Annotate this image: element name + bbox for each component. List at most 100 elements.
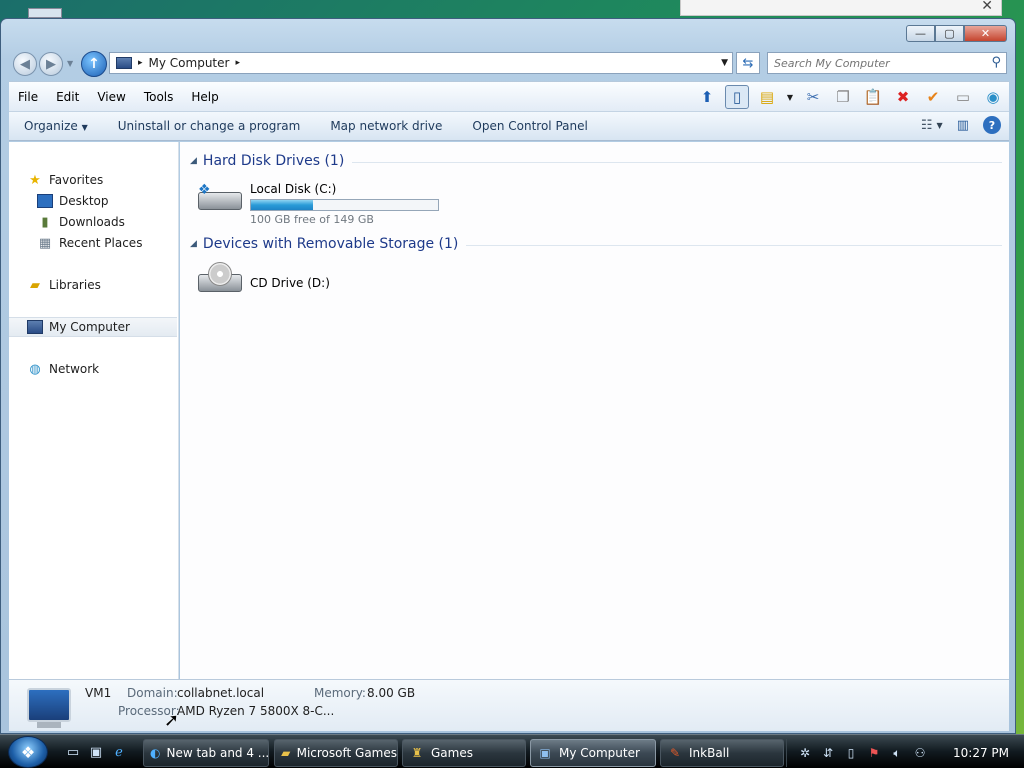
forward-arrow-icon: ▶ <box>46 56 56 72</box>
memory-value: 8.00 GB <box>367 686 416 700</box>
cd-drive-icon <box>196 262 244 298</box>
drive-free-space: 100 GB free of 149 GB <box>250 213 374 226</box>
paste-icon[interactable]: 📋 <box>861 85 885 109</box>
up-button[interactable]: ↑ <box>81 51 107 77</box>
computer-icon: ▣ <box>539 746 551 760</box>
libraries-icon: ▰ <box>30 277 40 293</box>
group-divider <box>466 244 1002 246</box>
recent-places-icon: ▦ <box>38 235 52 251</box>
views-dropdown-icon[interactable]: ▼ <box>785 85 795 109</box>
star-icon: ★ <box>29 172 41 188</box>
breadcrumb-separator[interactable]: ▸ <box>138 58 143 68</box>
uninstall-program-button[interactable]: Uninstall or change a program <box>103 119 316 133</box>
hard-disk-icon: ❖ <box>196 180 244 216</box>
address-dropdown-icon[interactable]: ▼ <box>721 58 728 68</box>
breadcrumb-separator[interactable]: ▸ <box>235 58 240 68</box>
collapse-triangle-icon[interactable]: ◢ <box>190 156 197 166</box>
network-icon: ◍ <box>29 361 41 377</box>
windows-logo-icon: ❖ <box>20 742 36 762</box>
search-input[interactable] <box>768 53 968 73</box>
delete-icon[interactable]: ✖ <box>891 85 915 109</box>
open-control-panel-button[interactable]: Open Control Panel <box>457 119 602 133</box>
back-button[interactable]: ◀ <box>13 52 37 76</box>
nav-favorites[interactable]: ★ Favorites <box>27 170 195 190</box>
task-inkball[interactable]: ✎ InkBall <box>660 739 784 767</box>
computer-icon <box>116 57 132 69</box>
network-tray-icon[interactable]: ⚇ <box>912 745 928 761</box>
desktop-icon <box>37 194 53 208</box>
disk-usage-fill <box>251 200 313 210</box>
views-icon[interactable]: ▤ <box>755 85 779 109</box>
toolbar-icons: ⬆ ▯ ▤ ▼ ✂ ❐ 📋 ✖ ✔ ▭ ◉ <box>695 85 1005 109</box>
forward-button[interactable]: ▶ <box>39 52 63 76</box>
help-icon[interactable]: ? <box>983 116 1001 134</box>
group-removable-storage[interactable]: ◢ Devices with Removable Storage (1) <box>190 234 1002 254</box>
windows-logo-icon: ❖ <box>198 182 211 198</box>
start-button[interactable]: ❖ <box>8 736 48 768</box>
map-network-drive-button[interactable]: Map network drive <box>315 119 457 133</box>
menu-tools[interactable]: Tools <box>135 90 183 104</box>
drive-local-disk-c[interactable]: ❖ Local Disk (C:) 100 GB free of 149 GB <box>196 180 439 226</box>
computer-icon <box>27 320 43 334</box>
task-new-tab[interactable]: ◐ New tab and 4 ... <box>143 739 269 767</box>
nav-libraries-label: Libraries <box>49 278 101 292</box>
volume-icon[interactable]: 🔈︎ <box>889 745 905 761</box>
address-bar[interactable]: ▸ My Computer ▸ ▼ <box>109 52 733 74</box>
mouse-pointer-icon: ➚ <box>164 710 180 731</box>
internet-explorer-icon[interactable]: ℯ <box>110 744 128 760</box>
task-my-computer[interactable]: ▣ My Computer <box>530 739 656 767</box>
drive-name: CD Drive (D:) <box>250 276 330 290</box>
maximize-button[interactable]: ▢ <box>935 25 964 42</box>
up-level-icon[interactable]: ⬆ <box>695 85 719 109</box>
network-globe-icon[interactable]: ◉ <box>981 85 1005 109</box>
security-alert-icon[interactable]: ⚑ <box>866 745 882 761</box>
menu-help[interactable]: Help <box>182 90 227 104</box>
folders-pane-icon[interactable]: ▯ <box>725 85 749 109</box>
sync-icon[interactable]: ⇵ <box>820 745 836 761</box>
close-button[interactable]: ✕ <box>964 25 1007 42</box>
search-icon[interactable]: ⚲ <box>991 55 1001 70</box>
switch-windows-icon[interactable]: ▣ <box>87 744 105 760</box>
computer-monitor-icon <box>27 688 71 722</box>
up-arrow-icon: ↑ <box>88 56 100 72</box>
nav-my-computer[interactable]: My Computer <box>9 317 177 337</box>
collapse-triangle-icon[interactable]: ◢ <box>190 239 197 249</box>
group-hard-disk-drives[interactable]: ◢ Hard Disk Drives (1) <box>190 151 1002 171</box>
menu-view[interactable]: View <box>88 90 134 104</box>
navigation-pane: ★ Favorites Desktop ▮ Downloads ▦ Recent Pl… <box>9 142 179 679</box>
view-dropdown-icon[interactable]: ▼ <box>937 121 943 130</box>
properties-icon[interactable]: ▭ <box>951 85 975 109</box>
breadcrumb-my-computer[interactable]: My Computer <box>149 56 230 70</box>
command-bar: Organize ▼ Uninstall or change a program… <box>9 111 1009 141</box>
checkmark-icon[interactable]: ✔ <box>921 85 945 109</box>
preview-pane-icon[interactable]: ▥ <box>957 118 969 133</box>
menu-file[interactable]: File <box>9 90 47 104</box>
domain-label: Domain: <box>127 686 178 700</box>
organize-button[interactable]: Organize ▼ <box>9 119 103 133</box>
task-microsoft-games[interactable]: ▰ Microsoft Games <box>274 739 398 767</box>
history-dropdown-icon[interactable]: ▼ <box>67 59 73 68</box>
nav-my-computer-label: My Computer <box>49 320 130 334</box>
back-arrow-icon: ◀ <box>20 56 30 72</box>
drive-cd-d[interactable]: CD Drive (D:) <box>196 262 330 298</box>
nav-libraries[interactable]: ▰ Libraries <box>27 275 195 295</box>
copy-icon[interactable]: ❐ <box>831 85 855 109</box>
nav-favorites-label: Favorites <box>49 173 104 187</box>
nav-network[interactable]: ◍ Network <box>27 359 195 379</box>
monitor-icon[interactable]: ▯ <box>843 745 859 761</box>
change-view-icon[interactable]: ☷ <box>921 118 933 133</box>
people-icon[interactable]: ✲ <box>797 745 813 761</box>
clock[interactable]: 10:27 PM <box>953 746 1009 760</box>
search-box[interactable]: ⚲ <box>767 52 1007 74</box>
menu-edit[interactable]: Edit <box>47 90 88 104</box>
minimize-button[interactable]: — <box>906 25 935 42</box>
refresh-button[interactable]: ⇆ <box>736 52 760 74</box>
task-games[interactable]: ♜ Games <box>402 739 526 767</box>
chevron-down-icon: ▼ <box>81 123 88 132</box>
show-desktop-icon[interactable]: ▭ <box>64 744 82 760</box>
downloads-icon: ▮ <box>41 214 49 230</box>
domain-value: collabnet.local <box>177 686 265 700</box>
cut-icon[interactable]: ✂ <box>801 85 825 109</box>
nav-downloads-label: Downloads <box>59 215 125 229</box>
file-list: ◢ Hard Disk Drives (1) ❖ Local Disk (C:)… <box>180 142 1009 679</box>
